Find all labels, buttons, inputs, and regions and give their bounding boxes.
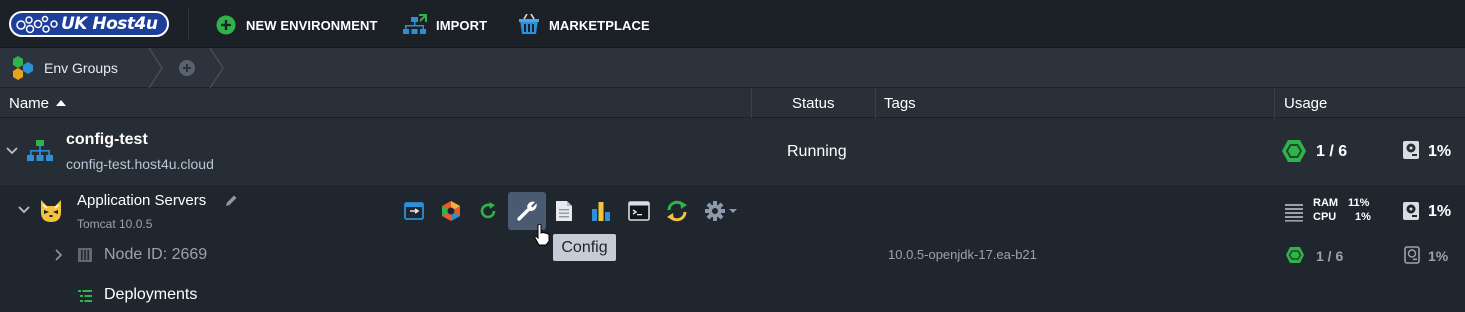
disk-icon — [1404, 246, 1420, 264]
ram-cpu-icon — [1285, 204, 1303, 222]
open-in-browser-button[interactable] — [401, 198, 427, 224]
ram-value: 11% — [1348, 197, 1370, 209]
log-icon — [556, 201, 572, 221]
name-column-label: Name — [9, 94, 50, 112]
cloudlets-hexagon-icon — [1282, 140, 1306, 162]
caret-down-icon — [729, 209, 737, 213]
redeploy-icon — [667, 200, 687, 222]
sort-asc-icon — [56, 100, 67, 106]
brand-logo[interactable]: UK Host4u — [9, 11, 169, 37]
config-tooltip: Config — [553, 234, 616, 261]
cloudlets-hexagon-icon — [1286, 247, 1304, 263]
top-bar: UK Host4u NEW ENVIRONMENT IMPORT MARKETP… — [0, 0, 1465, 48]
cpu-label: CPU — [1313, 211, 1337, 223]
breadcrumb: Env Groups — [0, 48, 1465, 88]
add-ons-icon — [442, 201, 460, 221]
tomcat-icon — [41, 200, 61, 222]
statistics-button[interactable] — [588, 198, 614, 224]
marketplace-label: MARKETPLACE — [549, 17, 650, 33]
usage-column-label: Usage — [1284, 94, 1328, 112]
node-group-section: Application Servers Tomcat 10.0.5 RAM 11… — [0, 185, 1465, 312]
disk-icon — [1403, 202, 1419, 220]
status-column-label: Status — [792, 94, 835, 112]
new-environment-label: NEW ENVIRONMENT — [246, 17, 378, 33]
name-column-header[interactable]: Name — [9, 88, 67, 118]
settings-dropdown-button[interactable] — [702, 198, 740, 224]
table-header: Name Status Tags Usage — [0, 88, 1465, 118]
deployments-item[interactable]: Deployments — [104, 286, 197, 304]
log-button[interactable] — [551, 198, 577, 224]
cpu-value: 1% — [1355, 211, 1371, 223]
disk-icon — [1403, 141, 1419, 159]
breadcrumb-separator — [209, 48, 224, 88]
import-icon — [403, 14, 427, 34]
deployments-list-icon — [78, 290, 92, 302]
config-wrench-icon — [517, 201, 537, 221]
column-divider — [751, 88, 752, 118]
usage-column-header[interactable]: Usage — [1284, 88, 1327, 118]
marketplace-button[interactable]: MARKETPLACE — [518, 13, 650, 37]
column-divider — [875, 88, 876, 118]
environment-name[interactable]: config-test — [66, 131, 148, 149]
tags-column-header[interactable]: Tags — [884, 88, 916, 118]
chevron-down-icon[interactable] — [18, 205, 30, 215]
env-groups-label: Env Groups — [44, 60, 118, 76]
web-ssh-button[interactable] — [626, 198, 652, 224]
settings-gear-icon — [705, 201, 725, 221]
restart-button[interactable] — [475, 198, 501, 224]
node-cloudlets: 1 / 6 — [1316, 248, 1344, 264]
add-group-icon[interactable] — [178, 59, 196, 77]
environment-status: Running — [787, 143, 847, 160]
breadcrumb-separator — [148, 48, 163, 88]
node-group-disk-usage: 1% — [1428, 203, 1452, 220]
environment-topology-icon — [27, 140, 53, 161]
environment-disk-usage: 1% — [1428, 143, 1452, 160]
ram-label: RAM — [1313, 197, 1339, 209]
marketplace-basket-icon — [519, 14, 539, 34]
statistics-icon — [592, 202, 610, 221]
hand-cursor-icon — [534, 223, 550, 246]
logo-bubbles-icon — [16, 15, 58, 34]
node-tag: 10.0.5-openjdk-17.ea-b21 — [888, 247, 1037, 262]
chevron-down-icon[interactable] — [6, 146, 18, 156]
redeploy-button[interactable] — [664, 198, 690, 224]
environment-domain-link[interactable]: config-test.host4u.cloud — [66, 156, 214, 172]
import-button[interactable]: IMPORT — [403, 13, 487, 37]
environment-row[interactable]: config-test config-test.host4u.cloud Run… — [0, 118, 1465, 185]
chevron-right-icon[interactable] — [55, 249, 63, 261]
status-column-header[interactable]: Status — [792, 88, 835, 118]
column-divider — [1274, 88, 1275, 118]
divider — [188, 8, 189, 40]
node-group-name[interactable]: Application Servers — [77, 192, 206, 209]
import-label: IMPORT — [436, 17, 488, 33]
plus-circle-icon — [216, 15, 236, 35]
node-group-version: Tomcat 10.0.5 — [77, 217, 153, 231]
logo-text: UK Host4u — [61, 14, 158, 34]
node-id[interactable]: Node ID: 2669 — [104, 246, 207, 264]
node-server-icon — [78, 248, 92, 262]
environment-cloudlets: 1 / 6 — [1316, 143, 1348, 160]
open-in-browser-icon — [404, 202, 424, 220]
restart-icon — [480, 202, 496, 219]
edit-pencil-icon[interactable] — [224, 194, 238, 208]
tags-column-label: Tags — [884, 94, 916, 112]
new-environment-button[interactable]: NEW ENVIRONMENT — [215, 13, 378, 37]
node-disk-usage: 1% — [1428, 248, 1449, 264]
add-ons-button[interactable] — [438, 198, 464, 224]
web-ssh-icon — [628, 201, 650, 221]
env-groups-icon — [13, 56, 33, 80]
env-groups-crumb[interactable]: Env Groups — [10, 48, 118, 88]
